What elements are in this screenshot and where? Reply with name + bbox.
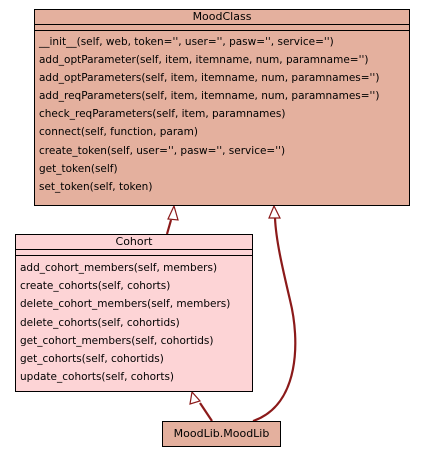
inheritance-arrowhead — [167, 204, 179, 221]
class-title: MoodClass — [35, 10, 409, 25]
class-title: Cohort — [16, 235, 252, 250]
method-item: get_cohort_members(self, cohortids) — [20, 334, 214, 347]
method-item: connect(self, function, param) — [39, 126, 198, 139]
class-box-moodclass: MoodClass __init__(self, web, token='', … — [34, 9, 410, 206]
method-item: check_reqParameters(self, item, paramnam… — [39, 108, 286, 121]
inheritance-arrowhead — [189, 390, 202, 405]
inheritance-arrowhead — [268, 204, 281, 219]
edge-moodlib-to-moodclass — [252, 217, 297, 423]
class-box-moodlib: MoodLib.MoodLib — [162, 421, 281, 447]
method-item: delete_cohorts(self, cohortids) — [20, 316, 180, 329]
class-box-cohort: Cohort add_cohort_members(self, members)… — [15, 234, 253, 392]
class-methods: __init__(self, web, token='', user='', p… — [35, 31, 409, 196]
method-item: add_optParameter(self, item, itemname, n… — [39, 54, 369, 67]
method-item: create_cohorts(self, cohorts) — [20, 280, 171, 293]
method-item: delete_cohort_members(self, members) — [20, 298, 231, 311]
class-title: MoodLib.MoodLib — [173, 427, 270, 440]
method-item: create_token(self, user='', pasw='', ser… — [39, 144, 286, 157]
method-item: add_cohort_members(self, members) — [20, 262, 218, 274]
edge-cohort-to-moodclass — [165, 219, 173, 235]
method-item: add_optParameters(self, item, itemname, … — [39, 72, 380, 85]
method-item: get_token(self) — [39, 162, 118, 175]
edge-moodlib-to-cohort — [199, 402, 213, 422]
method-item: __init__(self, web, token='', user='', p… — [39, 36, 334, 48]
class-methods: add_cohort_members(self, members) create… — [16, 256, 252, 386]
method-item: get_cohorts(self, cohortids) — [20, 353, 164, 366]
method-item: update_cohorts(self, cohorts) — [20, 371, 175, 384]
method-item: add_reqParameters(self, item, itemname, … — [39, 90, 380, 103]
method-item: set_token(self, token) — [39, 180, 153, 193]
